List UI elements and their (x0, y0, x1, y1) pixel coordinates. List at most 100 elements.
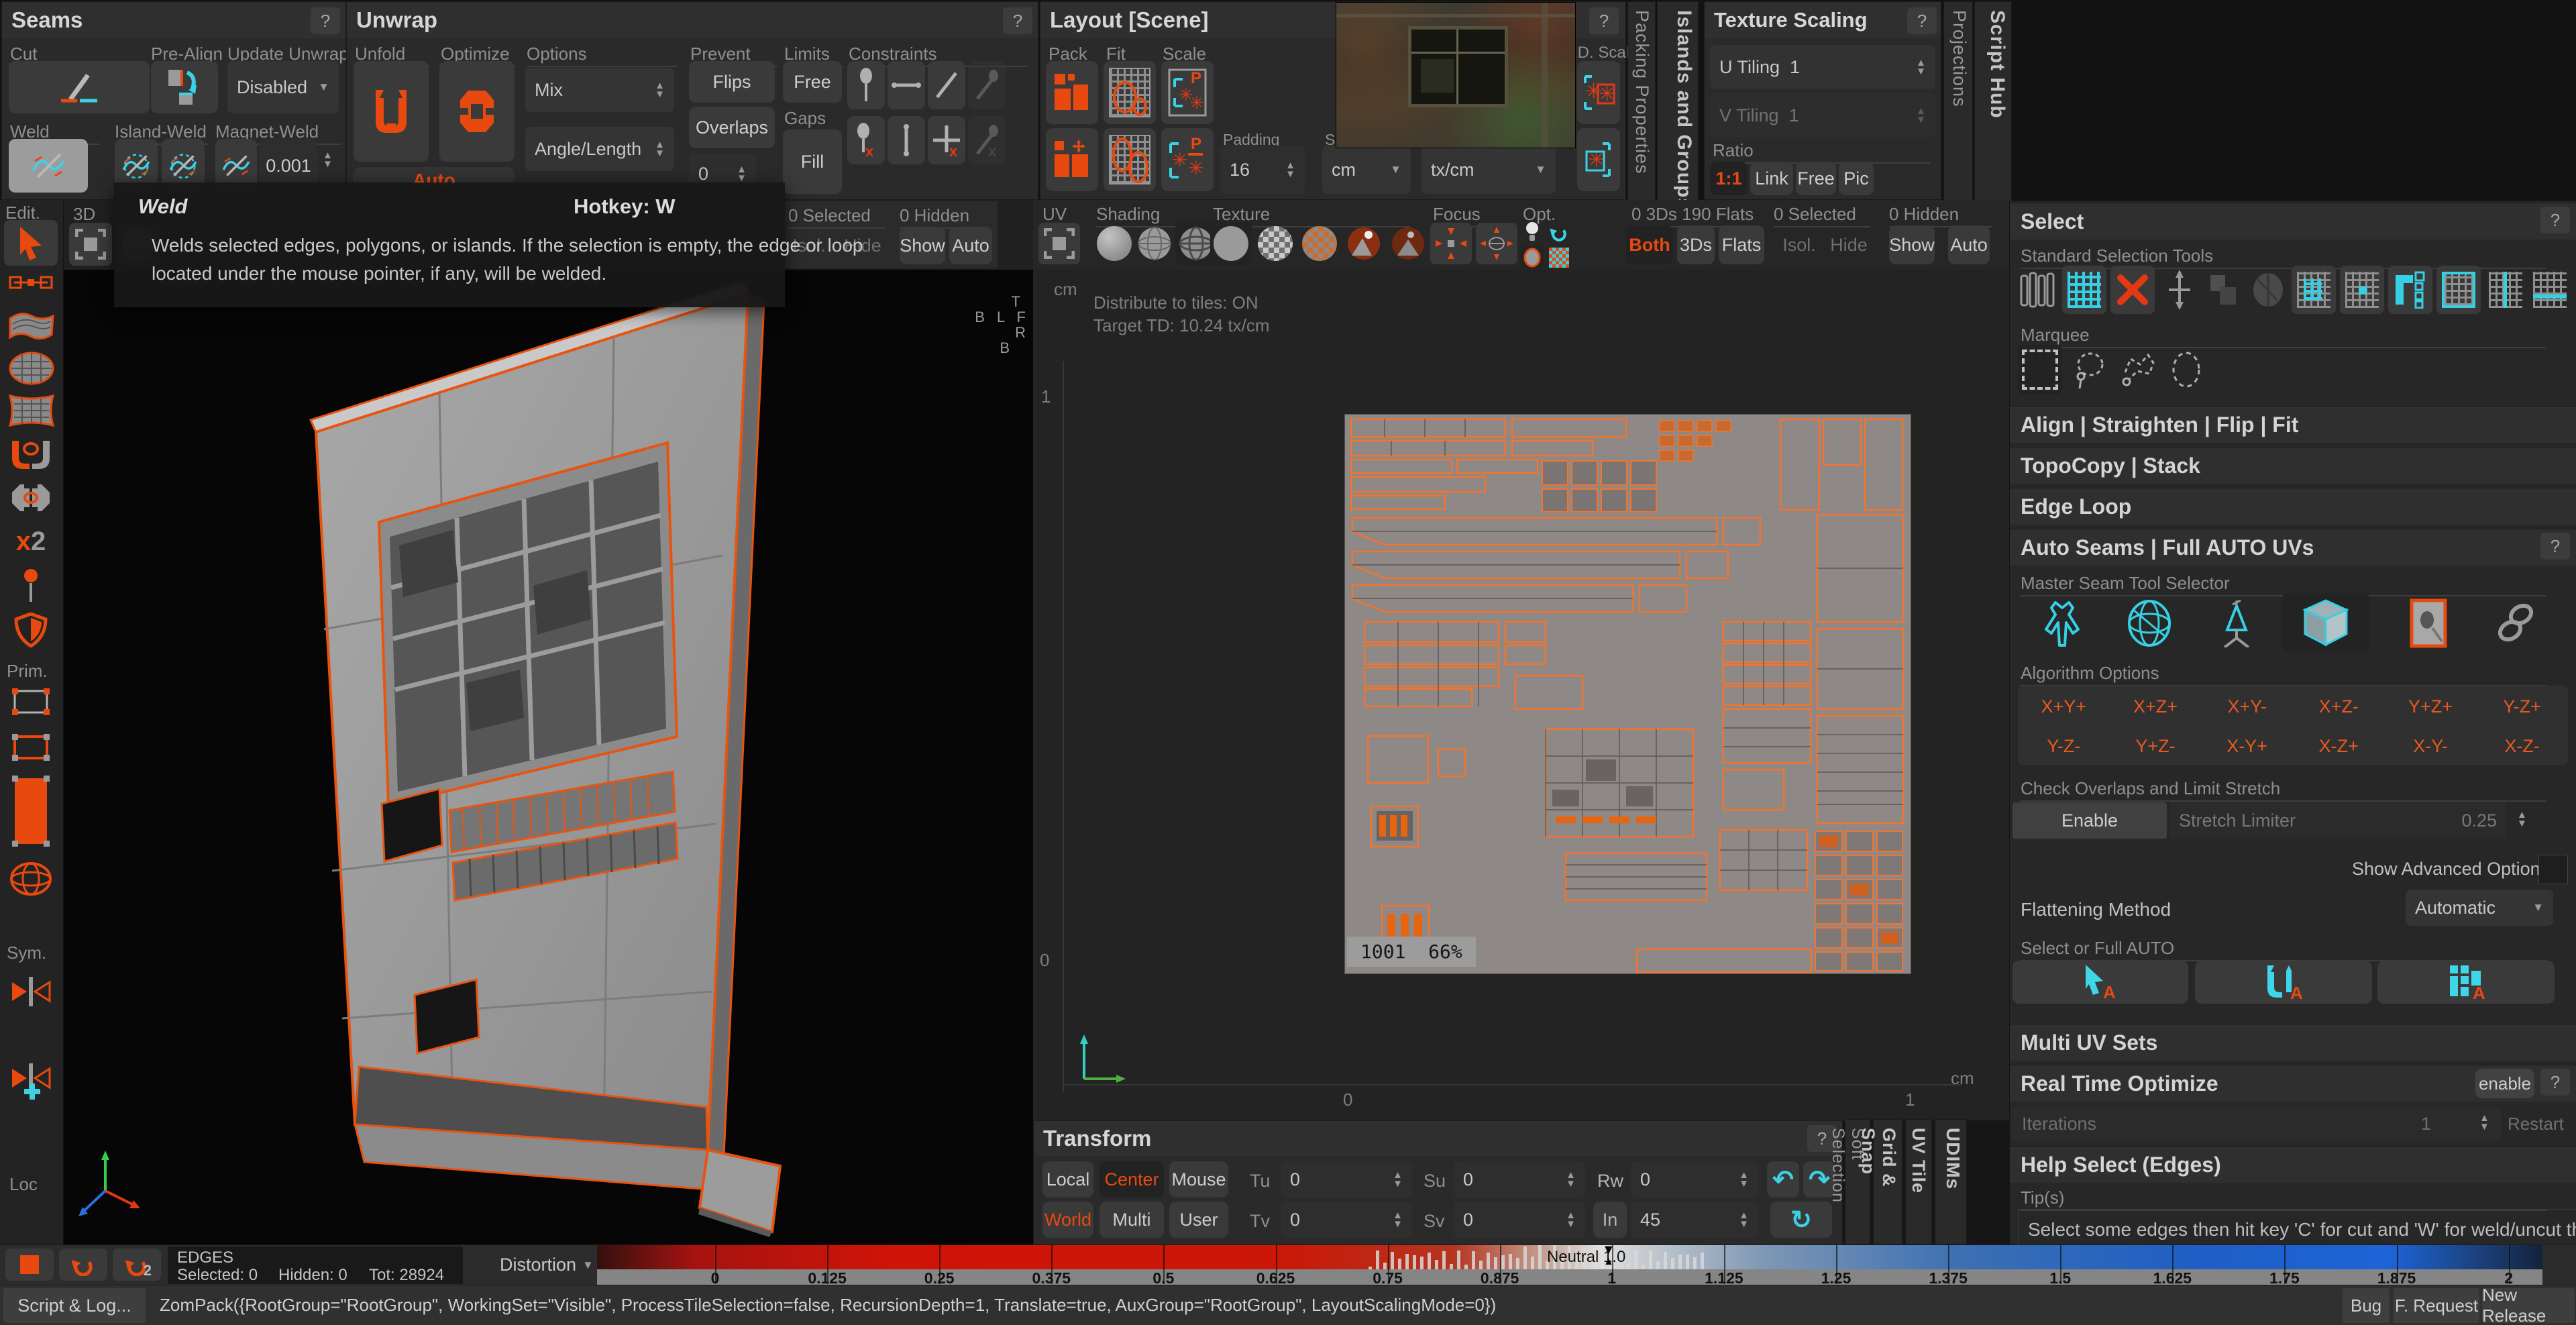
uv-isolate-button[interactable]: Isol. (1778, 225, 1821, 264)
seams-help-button[interactable]: ? (311, 7, 340, 34)
restart-label[interactable]: Restart (2508, 1114, 2564, 1134)
seam-plant-tool[interactable] (2204, 597, 2269, 649)
shading-wire-button[interactable] (1135, 224, 1174, 263)
ellipse-mesh-tool[interactable] (5, 349, 58, 388)
focus-all-button[interactable] (1476, 223, 1517, 264)
flattening-method-dropdown[interactable]: Automatic▼ (2406, 890, 2553, 926)
rotate-ccw-button[interactable]: ↶ (1767, 1161, 1799, 1198)
select-single-tool[interactable] (2340, 266, 2384, 314)
x2-tool[interactable]: x2 (9, 527, 52, 556)
distortion-gradient[interactable]: Neutral 1.0 ▼ ▲ (597, 1245, 2542, 1269)
seam-painting-tool[interactable] (2396, 597, 2461, 649)
new-release-button[interactable]: New Release (2482, 1288, 2575, 1323)
world-button[interactable]: World (1042, 1202, 1093, 1238)
v-tiling-field[interactable]: V Tiling 1 ▲▼ (1710, 93, 1935, 138)
optimize-half-tool[interactable] (7, 480, 55, 516)
weld-button[interactable] (9, 139, 88, 193)
cut-button[interactable] (9, 61, 150, 113)
optimize-button[interactable] (439, 61, 515, 162)
uv-show-button[interactable]: Show (1889, 225, 1935, 264)
edit-select-button[interactable] (4, 220, 58, 266)
pin-tool[interactable] (13, 567, 48, 604)
texture-checker-button[interactable] (1256, 224, 1295, 263)
opt-refresh-button[interactable] (1547, 220, 1571, 244)
select-island-tool[interactable] (2292, 266, 2336, 314)
prevent-spinner[interactable]: ▲▼ (737, 165, 747, 182)
algo-ypzp[interactable]: Y+Z+ (2385, 696, 2475, 717)
both-button[interactable]: Both (1626, 225, 1673, 264)
in-field[interactable]: 45▲▼ (1631, 1202, 1758, 1238)
prim-rect-orange-tool[interactable] (5, 728, 56, 767)
select-squares-tool[interactable] (2203, 266, 2245, 314)
header-edge-loop[interactable]: Edge Loop (2010, 488, 2576, 525)
unpin-constraint-button[interactable]: x (847, 116, 885, 164)
texture-none-button[interactable] (1210, 222, 1252, 265)
3d-auto-button[interactable]: Auto (949, 227, 992, 264)
algo-ypzm[interactable]: Y+Z- (2110, 736, 2200, 757)
stop-button[interactable] (5, 1249, 54, 1281)
select-help-button[interactable]: ? (2540, 207, 2570, 233)
pin-line-unpin-button[interactable]: x (968, 116, 1006, 164)
3ds-button[interactable]: 3Ds (1677, 225, 1715, 264)
prealign-button[interactable] (151, 61, 218, 113)
algo-xmyp[interactable]: X-Y+ (2202, 736, 2292, 757)
algo-ymzm[interactable]: Y-Z- (2019, 736, 2108, 757)
iterations-spinner[interactable]: ▲▼ (2479, 1114, 2489, 1131)
opt-bulb-button[interactable] (1520, 220, 1544, 244)
shield-tool[interactable] (11, 611, 51, 649)
vertical-constraint-button[interactable] (888, 116, 925, 164)
viewport-3d[interactable]: 3D 0 Selected 0 Hidden Isol. Hide Show A… (64, 200, 1033, 1244)
unfold-half-tool[interactable] (7, 436, 55, 472)
user-button[interactable]: User (1169, 1202, 1228, 1238)
focus-selection-button[interactable] (1430, 223, 1472, 264)
auto-pack-button[interactable]: A (2377, 961, 2555, 1004)
select-grid-tool[interactable] (2062, 266, 2106, 314)
pack-button[interactable] (1046, 61, 1098, 124)
distortion-dropdown-arrow[interactable]: ▼ (582, 1259, 594, 1272)
cross-unconstrain-button[interactable]: x (928, 116, 965, 164)
angle-length-dropdown[interactable]: Angle/Length▲▼ (525, 127, 674, 171)
algo-xpyp[interactable]: X+Y+ (2019, 696, 2108, 717)
seam-sphere-tool[interactable] (2117, 597, 2182, 649)
mouse-button[interactable]: Mouse (1169, 1161, 1228, 1198)
select-column-tool[interactable] (2485, 266, 2526, 314)
unfold-button[interactable] (354, 61, 429, 162)
auto-unfold-button[interactable]: A (2195, 961, 2372, 1004)
padding-field[interactable]: 16▲▼ (1220, 146, 1305, 194)
select-row-tool[interactable] (2529, 266, 2571, 314)
select-sphere-split-tool[interactable] (2247, 266, 2289, 314)
texture-scaling-help-button[interactable]: ? (1907, 7, 1937, 34)
uv-hide-button[interactable]: Hide (1829, 225, 1869, 264)
viewport-uv[interactable]: UV Shading Texture Focus Opt. 0 3Ds 190 … (1033, 200, 2009, 1120)
center-button[interactable]: Center (1099, 1161, 1164, 1198)
select-clear-tool[interactable] (2110, 266, 2155, 314)
auto-select-button[interactable]: A (2012, 961, 2188, 1004)
seam-box-tool[interactable] (2282, 593, 2369, 652)
neutral-marker-up[interactable]: ▲ (1603, 1256, 1614, 1268)
seam-chain-tool[interactable] (2483, 597, 2548, 649)
prim-sphere-tool[interactable] (8, 859, 54, 899)
uv-auto-button[interactable]: Auto (1948, 225, 1990, 264)
sv-field[interactable]: 0▲▼ (1454, 1202, 1585, 1238)
angle-length-spinner[interactable]: ▲▼ (655, 140, 665, 158)
tab-udims[interactable]: UDIMs (1935, 1119, 1967, 1244)
prim-rect-filled-tool[interactable] (8, 772, 54, 851)
texture-image2-button[interactable] (1389, 224, 1428, 263)
shading-flat-button[interactable] (1095, 224, 1134, 263)
feature-request-button[interactable]: F. Request (2394, 1288, 2479, 1323)
orientation-widget[interactable]: T B L F R B (960, 294, 1030, 341)
update-unwrap-dropdown[interactable]: Disabled▼ (227, 61, 339, 113)
prim-rect-tool[interactable] (8, 684, 54, 719)
su-field[interactable]: 0▲▼ (1454, 1161, 1585, 1198)
diagonal-constraint-button[interactable] (928, 61, 965, 109)
algo-xmzm[interactable]: X-Z- (2477, 736, 2567, 757)
marquee-lasso-tool[interactable] (2068, 345, 2112, 394)
algo-xmzp[interactable]: X-Z+ (2294, 736, 2383, 757)
show-advanced-checkbox[interactable] (2538, 855, 2568, 884)
ratio-free-button[interactable]: Free (1796, 162, 1836, 195)
tab-uv-tile[interactable]: UV Tile (1905, 1119, 1932, 1244)
3d-model[interactable] (238, 267, 802, 1240)
mix-spinner[interactable]: ▲▼ (655, 81, 665, 99)
free-button[interactable]: Free (783, 61, 842, 103)
rto-help-button[interactable]: ? (2540, 1069, 2570, 1096)
